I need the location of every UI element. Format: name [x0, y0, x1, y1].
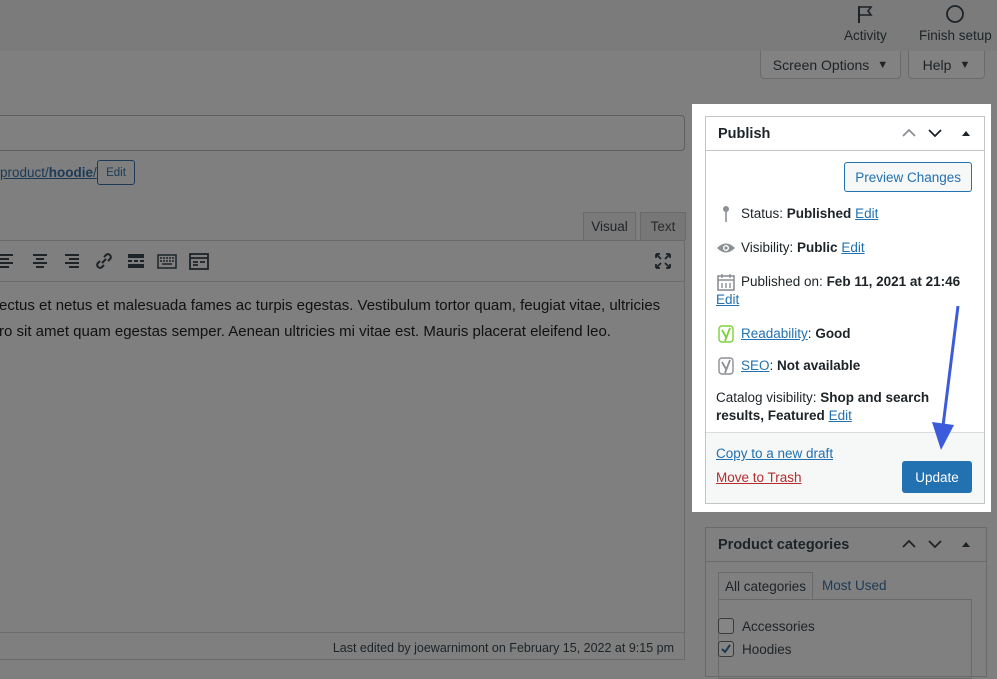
product-title-input[interactable]: [0, 115, 685, 151]
editor-toolbar: [0, 241, 684, 282]
caret-down-icon: ▼: [959, 58, 971, 71]
align-right-icon[interactable]: [62, 251, 82, 271]
content-editor[interactable]: ectus et netus et malesuada fames ac tur…: [0, 240, 685, 660]
link-icon[interactable]: [94, 251, 114, 271]
categories-title: Product categories: [718, 537, 850, 553]
collapse-toggle-icon[interactable]: [958, 536, 974, 552]
checkbox-checked[interactable]: [718, 641, 734, 657]
chevron-up-icon[interactable]: [901, 125, 917, 141]
category-item-hoodies[interactable]: Hoodies: [718, 641, 792, 657]
collapse-toggle-icon[interactable]: [958, 125, 974, 141]
chevron-down-icon[interactable]: [927, 125, 943, 141]
status-row: Status: Published Edit: [716, 205, 878, 223]
preview-changes-button[interactable]: Preview Changes: [844, 162, 972, 192]
seo-row: SEO: Not available: [716, 357, 860, 376]
tab-text[interactable]: Text: [640, 212, 686, 240]
caret-down-icon: ▼: [877, 58, 889, 71]
toolbar-toggle-icon[interactable]: [189, 251, 209, 271]
visibility-edit-link[interactable]: Edit: [841, 240, 864, 255]
flag-icon: [858, 6, 873, 23]
checkbox[interactable]: [718, 618, 734, 634]
align-center-icon[interactable]: [30, 251, 50, 271]
help-button[interactable]: Help ▼: [908, 51, 985, 79]
activity-button[interactable]: Activity: [844, 4, 887, 43]
align-left-icon[interactable]: [0, 251, 17, 271]
activity-label: Activity: [844, 28, 887, 43]
category-item-accessories[interactable]: Accessories: [718, 618, 815, 634]
more-tag-icon[interactable]: [126, 251, 146, 271]
permalink: product/hoodie/: [0, 165, 97, 180]
categories-header: Product categories: [706, 528, 986, 562]
screen-options-label: Screen Options: [772, 56, 870, 73]
move-to-trash-link[interactable]: Move to Trash: [716, 469, 802, 487]
publish-title: Publish: [718, 126, 771, 142]
readability-link[interactable]: Readability: [741, 326, 808, 341]
screen-options-button[interactable]: Screen Options ▼: [760, 51, 901, 79]
tab-visual[interactable]: Visual: [583, 212, 636, 240]
catalog-edit-link[interactable]: Edit: [829, 408, 852, 423]
chevron-up-icon[interactable]: [901, 536, 917, 552]
last-edited-text: Last edited by joewarnimont on February …: [332, 641, 674, 655]
content-line: ro sit amet quam egestas semper. Aenean …: [0, 323, 611, 340]
tab-most-used[interactable]: Most Used: [822, 578, 887, 593]
seo-link[interactable]: SEO: [741, 358, 770, 373]
content-line: ectus et netus et malesuada fames ac tur…: [0, 297, 661, 314]
permalink-edit-button[interactable]: Edit: [97, 160, 135, 185]
publish-highlight-frame: Publish Preview Changes Status: Publishe…: [692, 104, 991, 512]
publish-header: Publish: [706, 117, 984, 151]
copy-draft-link[interactable]: Copy to a new draft: [716, 445, 833, 463]
product-categories-box: Product categories All categories Most U…: [705, 527, 987, 679]
calendar-icon: [717, 274, 735, 292]
editor-content[interactable]: ectus et netus et malesuada fames ac tur…: [0, 293, 679, 345]
chevron-down-icon[interactable]: [927, 536, 943, 552]
eye-icon: [717, 243, 735, 253]
check-icon: [721, 644, 731, 654]
keyboard-icon[interactable]: [157, 251, 177, 271]
update-button[interactable]: Update: [902, 461, 972, 493]
pin-icon: [723, 206, 729, 223]
help-label: Help: [922, 56, 952, 73]
finish-setup-button[interactable]: Finish setup: [919, 4, 992, 43]
yoast-seo-icon: [718, 357, 734, 376]
finish-setup-label: Finish setup: [919, 28, 992, 43]
category-checklist: [718, 599, 972, 679]
published-edit-link[interactable]: Edit: [716, 292, 739, 307]
status-edit-link[interactable]: Edit: [855, 206, 878, 221]
readability-row: Readability: Good: [716, 325, 851, 344]
yoast-readability-icon: [718, 325, 734, 344]
tab-all-categories[interactable]: All categories: [718, 572, 814, 599]
visibility-row: Visibility: Public Edit: [716, 239, 865, 257]
progress-circle-icon: [946, 5, 965, 23]
fullscreen-icon[interactable]: [653, 251, 673, 271]
permalink-link[interactable]: product/hoodie/: [0, 165, 97, 180]
annotation-arrow-icon: [932, 305, 960, 450]
